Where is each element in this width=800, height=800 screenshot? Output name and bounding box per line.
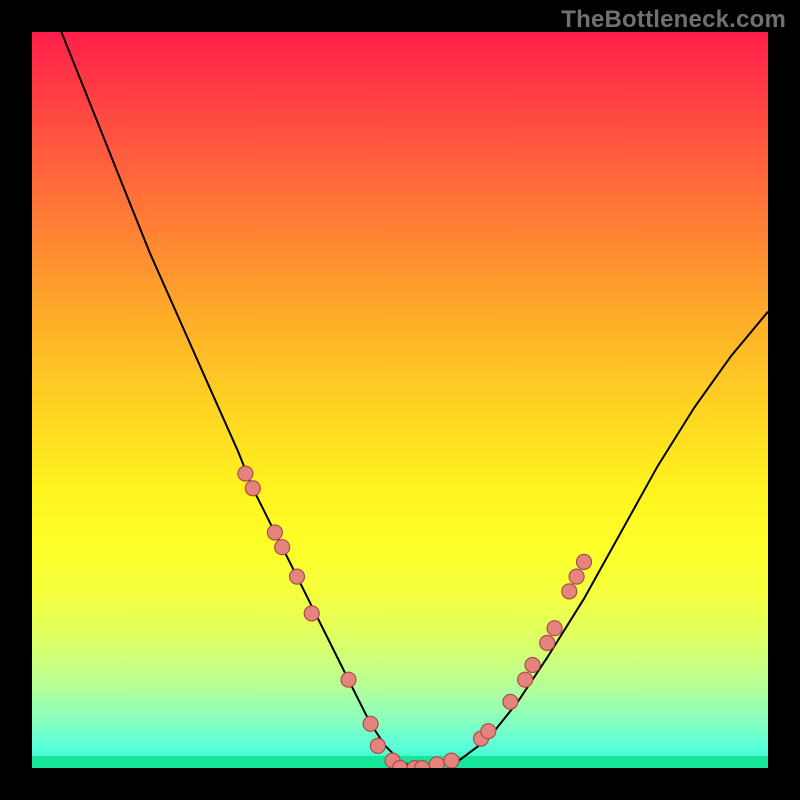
data-point	[540, 635, 555, 650]
data-point	[363, 716, 378, 731]
data-point	[275, 540, 290, 555]
data-point	[577, 554, 592, 569]
data-point	[569, 569, 584, 584]
data-point	[245, 481, 260, 496]
bottleneck-chart-svg	[32, 32, 768, 768]
data-point	[518, 672, 533, 687]
data-point	[525, 658, 540, 673]
highlighted-points	[238, 466, 592, 768]
data-point	[304, 606, 319, 621]
data-point	[444, 753, 459, 768]
bottleneck-curve	[61, 32, 768, 768]
data-point	[547, 621, 562, 636]
data-point	[503, 694, 518, 709]
data-point	[562, 584, 577, 599]
data-point	[429, 757, 444, 768]
data-point	[481, 724, 496, 739]
data-point	[238, 466, 253, 481]
chart-frame: TheBottleneck.com	[0, 0, 800, 800]
watermark-text: TheBottleneck.com	[561, 6, 786, 34]
data-point	[370, 738, 385, 753]
plot-area	[32, 32, 768, 768]
data-point	[290, 569, 305, 584]
data-point	[267, 525, 282, 540]
data-point	[341, 672, 356, 687]
